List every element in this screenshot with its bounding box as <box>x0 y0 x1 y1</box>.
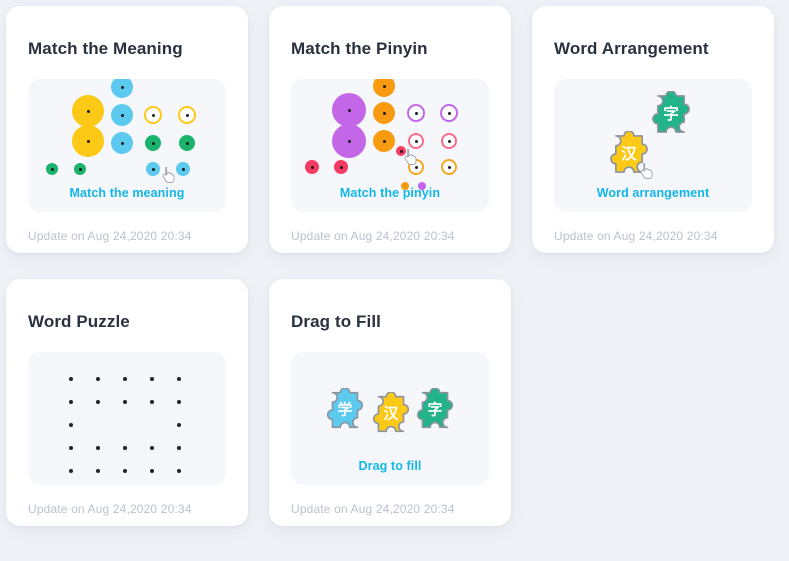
illustration-dot <box>111 79 133 98</box>
illustration-dot <box>144 106 162 124</box>
thumbnail-label: Match the meaning <box>69 186 185 200</box>
grid-dot <box>177 446 181 450</box>
illustration-dot <box>46 163 58 175</box>
grid-dot <box>123 377 127 381</box>
grid-dot <box>69 469 73 473</box>
hand-cursor-icon <box>640 163 653 179</box>
card-thumbnail[interactable] <box>28 352 226 485</box>
illustration-dot <box>334 160 348 174</box>
illustration-dot <box>179 135 195 151</box>
grid-dot <box>96 400 100 404</box>
hand-cursor-icon <box>162 167 175 183</box>
card-match-the-meaning[interactable]: Match the Meaning Match the meaning Upda… <box>6 6 248 253</box>
illustration-dot <box>72 125 104 157</box>
grid-dot <box>69 377 73 381</box>
puzzle-piece: 字 <box>648 91 694 137</box>
card-word-puzzle[interactable]: Word Puzzle Update on Aug 24,2020 20:34 <box>6 279 248 526</box>
grid-dot <box>150 469 154 473</box>
illustration-dot <box>111 132 133 154</box>
game-card-grid: Match the Meaning Match the meaning Upda… <box>0 0 789 561</box>
puzzle-piece: 学 <box>323 388 367 432</box>
puzzle-piece: 字 <box>413 388 457 432</box>
grid-dot <box>150 400 154 404</box>
grid-dot <box>150 377 154 381</box>
illustration-dot <box>441 159 457 175</box>
svg-text:字: 字 <box>428 401 443 419</box>
grid-dot <box>96 377 100 381</box>
svg-text:字: 字 <box>663 104 679 123</box>
illustration-dot <box>440 104 458 122</box>
grid-dot <box>123 400 127 404</box>
card-update-timestamp: Update on Aug 24,2020 20:34 <box>28 229 192 243</box>
grid-dot <box>69 400 73 404</box>
grid-dot <box>177 400 181 404</box>
illustration-dot <box>111 104 133 126</box>
grid-dot <box>177 377 181 381</box>
illustration-dot <box>72 95 104 127</box>
illustration-dot <box>74 163 86 175</box>
illustration-dot <box>373 79 395 97</box>
grid-dot <box>177 469 181 473</box>
illustration-dot <box>176 162 190 176</box>
grid-dot <box>69 446 73 450</box>
grid-dot <box>123 469 127 473</box>
dot-grid-illustration <box>28 352 226 485</box>
illustration-dot <box>305 160 319 174</box>
hand-cursor-icon <box>404 149 417 165</box>
card-title: Drag to Fill <box>291 312 381 331</box>
svg-text:汉: 汉 <box>384 405 399 423</box>
illustration-dot <box>373 130 395 152</box>
grid-dot <box>150 446 154 450</box>
grid-dot <box>177 423 181 427</box>
thumbnail-label: Word arrangement <box>596 186 710 200</box>
illustration-dot <box>408 133 424 149</box>
card-update-timestamp: Update on Aug 24,2020 20:34 <box>554 229 718 243</box>
illustration-dot <box>407 104 425 122</box>
illustration-dot <box>373 102 395 124</box>
grid-dot <box>96 446 100 450</box>
grid-dot <box>69 423 73 427</box>
puzzle-piece: 汉 <box>369 392 413 436</box>
card-word-arrangement[interactable]: Word Arrangement 字汉 Word arrangement Upd… <box>532 6 774 253</box>
card-title: Word Arrangement <box>554 39 709 58</box>
card-update-timestamp: Update on Aug 24,2020 20:34 <box>291 229 455 243</box>
card-title: Match the Meaning <box>28 39 183 58</box>
svg-text:汉: 汉 <box>621 144 637 163</box>
illustration-dot <box>332 124 366 158</box>
thumbnail-label: Match the pinyin <box>339 186 441 200</box>
illustration-dot <box>332 93 366 127</box>
illustration-dot <box>146 162 160 176</box>
svg-text:学: 学 <box>338 401 353 419</box>
card-thumbnail[interactable]: Match the pinyin <box>291 79 489 212</box>
card-drag-to-fill[interactable]: Drag to Fill 学 汉 字 Drag to fill Update on … <box>269 279 511 526</box>
card-thumbnail[interactable]: 字汉 Word arrangement <box>554 79 752 212</box>
grid-dot <box>123 446 127 450</box>
illustration-dot <box>145 135 161 151</box>
card-update-timestamp: Update on Aug 24,2020 20:34 <box>28 502 192 516</box>
card-thumbnail[interactable]: 学 汉 字 Drag to fill <box>291 352 489 485</box>
card-title: Word Puzzle <box>28 312 130 331</box>
grid-dot <box>96 469 100 473</box>
card-update-timestamp: Update on Aug 24,2020 20:34 <box>291 502 455 516</box>
card-thumbnail[interactable]: Match the meaning <box>28 79 226 212</box>
illustration-dot <box>441 133 457 149</box>
illustration-dot <box>178 106 196 124</box>
thumbnail-label: Drag to fill <box>358 459 422 473</box>
card-match-the-pinyin[interactable]: Match the Pinyin Match the pinyin Update… <box>269 6 511 253</box>
card-title: Match the Pinyin <box>291 39 428 58</box>
